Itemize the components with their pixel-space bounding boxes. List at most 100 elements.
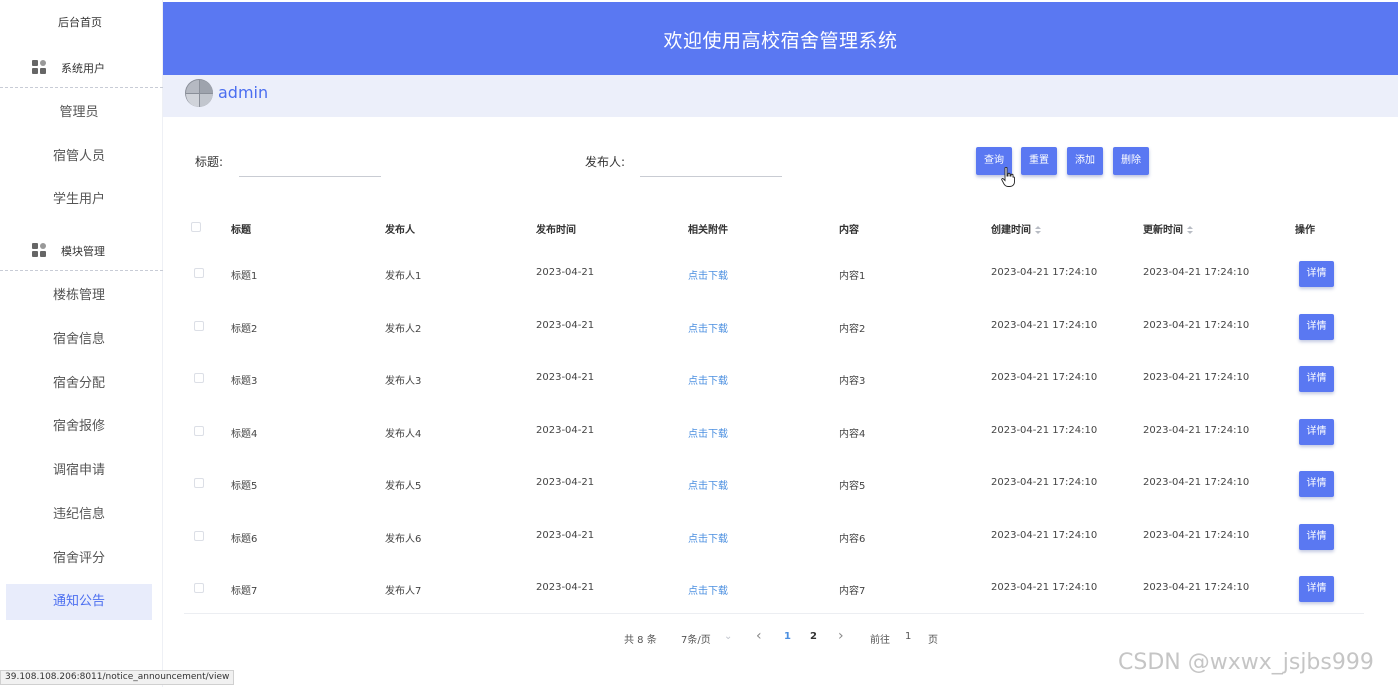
page-title: 欢迎使用高校宿舍管理系统 [663, 30, 898, 52]
detail-button[interactable]: 详情 [1299, 576, 1334, 602]
cell-content: 内容1 [839, 271, 866, 282]
reset-button[interactable]: 重置 [1021, 147, 1057, 175]
detail-button[interactable]: 详情 [1299, 261, 1334, 287]
row-checkbox[interactable] [194, 530, 204, 541]
cell-publish-date: 2023-04-21 [536, 424, 595, 436]
cell-publish-date: 2023-04-21 [536, 267, 595, 278]
sidebar-home-link[interactable]: 后台首页 [0, 14, 160, 30]
sort-icon[interactable] [1187, 225, 1194, 235]
row-checkbox[interactable] [194, 268, 204, 278]
sidebar-item-transfer-requests[interactable]: 调宿申请 [6, 453, 152, 489]
cell-publish-date: 2023-04-21 [536, 582, 595, 593]
cell-title: 标题6 [231, 533, 258, 545]
page-number-1[interactable]: 1 [784, 631, 791, 642]
main-content: 标题: 发布人: 查询 重置 添加 删除 标题 发布人 发布时间 相关附件 内容… [170, 121, 1392, 681]
cell-publish-date: 2023-04-21 [536, 372, 595, 383]
cell-publish-date: 2023-04-21 [536, 319, 595, 331]
detail-button[interactable]: 详情 [1299, 366, 1334, 392]
cell-attachment-link[interactable]: 点击下载 [688, 530, 728, 545]
table-row: 标题2 发布人2 2023-04-21 点击下载 内容2 2023-04-21 17:24… [184, 300, 1364, 352]
cell-title: 标题4 [231, 428, 258, 440]
sidebar-item-students[interactable]: 学生用户 [6, 182, 152, 218]
goto-label: 前往 [870, 635, 890, 646]
sidebar-item-buildings[interactable]: 楼栋管理 [6, 278, 152, 314]
table-bottom-divider [184, 613, 1364, 614]
cell-content: 内容5 [839, 481, 866, 492]
cell-created: 2023-04-21 17:24:10 [991, 319, 1098, 331]
cell-publisher: 发布人4 [385, 428, 422, 440]
cell-content: 内容3 [839, 376, 866, 387]
table-header: 标题 发布人 发布时间 相关附件 内容 创建时间 更新时间 操作 [184, 215, 1364, 241]
detail-button[interactable]: 详情 [1299, 313, 1334, 340]
cell-created: 2023-04-21 17:24:10 [991, 529, 1098, 541]
page-number-2[interactable]: 2 [810, 631, 817, 642]
table-row: 标题1 发布人1 2023-04-21 点击下载 内容1 2023-04-21 17:24… [184, 247, 1364, 299]
chevron-down-icon[interactable]: ⌄ [724, 631, 732, 642]
row-checkbox[interactable] [194, 478, 204, 488]
cell-title: 标题5 [231, 481, 258, 492]
cell-created: 2023-04-21 17:24:10 [991, 582, 1098, 593]
sidebar-item-admin[interactable]: 管理员 [6, 95, 152, 131]
title-filter-input[interactable] [239, 153, 381, 177]
cell-attachment-link[interactable]: 点击下载 [688, 425, 728, 440]
detail-button[interactable]: 详情 [1299, 418, 1334, 445]
cell-updated: 2023-04-21 17:24:10 [1143, 582, 1250, 593]
sidebar-item-violations[interactable]: 违纪信息 [6, 497, 152, 533]
app-root: 后台首页 系统用户 管理员 宿管人员 学生用户 模块管理 楼栋管理 宿舍信息 宿… [0, 0, 1398, 687]
row-checkbox[interactable] [194, 583, 204, 593]
row-checkbox[interactable] [194, 373, 204, 383]
table-row: 标题5 发布人5 2023-04-21 点击下载 内容5 2023-04-21 17:24… [184, 457, 1364, 509]
sort-icon[interactable] [1035, 225, 1042, 235]
cell-publisher: 发布人7 [385, 586, 422, 597]
column-header-updated[interactable]: 更新时间 [1143, 221, 1194, 236]
row-checkbox[interactable] [194, 425, 204, 436]
cell-title: 标题3 [231, 376, 258, 387]
cell-attachment-link[interactable]: 点击下载 [688, 267, 728, 282]
avatar[interactable] [185, 79, 213, 107]
column-header-content: 内容 [839, 225, 859, 236]
cell-publisher: 发布人3 [385, 376, 422, 387]
column-header-attachment: 相关附件 [688, 225, 728, 236]
cell-title: 标题7 [231, 586, 258, 597]
cell-created: 2023-04-21 17:24:10 [991, 477, 1098, 488]
sidebar-item-notices[interactable]: 通知公告 [6, 584, 152, 620]
column-header-publisher: 发布人 [385, 225, 415, 236]
cell-attachment-link[interactable]: 点击下载 [688, 582, 728, 597]
row-checkbox[interactable] [194, 320, 204, 331]
add-button[interactable]: 添加 [1067, 147, 1103, 175]
detail-button[interactable]: 详情 [1299, 471, 1334, 497]
username[interactable]: admin [218, 83, 268, 102]
cell-created: 2023-04-21 17:24:10 [991, 267, 1098, 278]
pagination-total: 共 8 条 [624, 635, 657, 646]
cell-attachment-link[interactable]: 点击下载 [688, 477, 728, 492]
cell-updated: 2023-04-21 17:24:10 [1143, 319, 1250, 331]
cell-updated: 2023-04-21 17:24:10 [1143, 372, 1250, 383]
cell-content: 内容6 [839, 533, 866, 545]
cell-attachment-link[interactable]: 点击下载 [688, 320, 728, 335]
cell-attachment-link[interactable]: 点击下载 [688, 372, 728, 387]
sidebar-item-dorm-ratings[interactable]: 宿舍评分 [6, 541, 152, 577]
cell-publisher: 发布人2 [385, 323, 422, 335]
publisher-filter-input[interactable] [640, 153, 782, 177]
goto-page-input[interactable]: 1 [905, 631, 911, 642]
sidebar-group-system-users[interactable]: 系统用户 [0, 48, 163, 88]
cell-content: 内容7 [839, 586, 866, 597]
page-size-select[interactable]: 7条/页 [681, 631, 711, 646]
sidebar-item-dorm-staff[interactable]: 宿管人员 [6, 139, 152, 175]
sidebar-item-repairs[interactable]: 宿舍报修 [6, 409, 152, 445]
sidebar-group-label: 模块管理 [61, 245, 105, 258]
sidebar-group-label: 系统用户 [61, 62, 105, 75]
detail-button[interactable]: 详情 [1299, 523, 1334, 550]
top-header: 欢迎使用高校宿舍管理系统 [163, 2, 1398, 75]
grid-icon [32, 243, 46, 257]
column-header-actions: 操作 [1295, 225, 1315, 236]
prev-page-icon[interactable]: ‹ [756, 628, 762, 644]
sidebar-item-dorm-info[interactable]: 宿舍信息 [6, 322, 152, 358]
delete-button[interactable]: 删除 [1113, 147, 1149, 175]
sidebar-item-dorm-allocation[interactable]: 宿舍分配 [6, 366, 152, 402]
sidebar-group-modules[interactable]: 模块管理 [0, 231, 163, 271]
next-page-icon[interactable]: › [838, 628, 844, 644]
cell-updated: 2023-04-21 17:24:10 [1143, 529, 1250, 541]
column-header-created[interactable]: 创建时间 [991, 221, 1042, 236]
select-all-checkbox[interactable] [191, 222, 201, 232]
